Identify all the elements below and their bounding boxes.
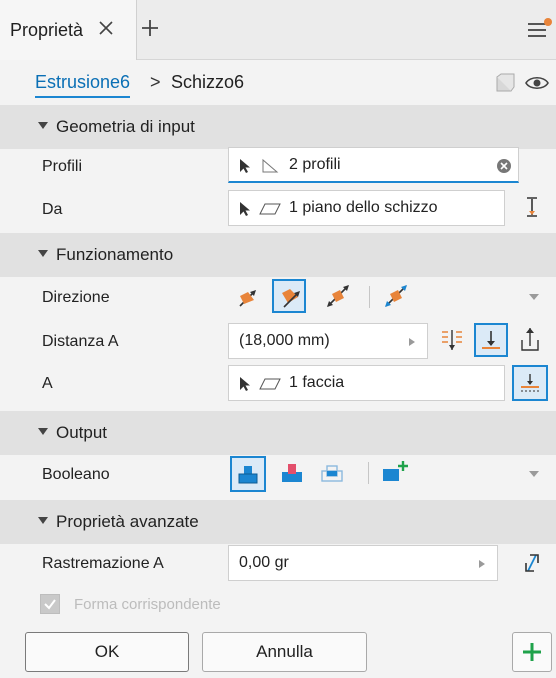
close-icon[interactable] [96,18,116,38]
plane-icon [259,203,281,215]
boolean-label: Booleano [42,466,110,483]
cancel-button[interactable]: Annulla [202,632,367,672]
chevron-down-icon [38,428,48,435]
section-output[interactable]: Output [0,411,556,455]
plane-icon [259,378,281,390]
from-value: 1 piano dello schizzo [289,199,438,216]
properties-panel: Proprietà Estrusione6 > Schizzo6 Geometr… [0,0,556,678]
taper-input[interactable]: 0,00 gr [228,545,498,581]
dropdown-icon[interactable] [529,470,539,478]
clear-icon[interactable] [496,158,512,174]
join-icon [238,466,258,484]
to-value: 1 faccia [289,374,345,391]
arrow-right-icon[interactable] [409,338,415,346]
toolbar-divider [368,462,369,484]
section-advanced[interactable]: Proprietà avanzate [0,500,556,544]
to-extent-button[interactable] [474,323,508,357]
to-extent-icon [482,331,500,349]
match-shape-label: Forma corrispondente [74,596,221,613]
cursor-icon [240,159,250,173]
add-icon [523,643,541,661]
plus-icon[interactable] [140,18,160,38]
tab-title: Proprietà [10,20,84,40]
breadcrumb-separator: > [150,72,161,92]
taper-flip-icon[interactable] [520,551,544,575]
cursor-icon [240,377,250,391]
direction-flipped-icon [282,289,300,308]
tab-properties[interactable]: Proprietà [0,0,137,60]
direction-label: Direzione [42,289,110,306]
taper-label: Rastremazione A [42,555,164,572]
match-shape-checkbox[interactable] [40,594,60,614]
cube-icon[interactable] [494,72,516,94]
chevron-down-icon [38,517,48,524]
from-selector[interactable]: 1 piano dello schizzo [228,190,505,226]
distance-mode-icon[interactable] [440,328,464,352]
new-solid-icon[interactable] [381,459,409,485]
to-label: A [42,375,53,392]
arrow-right-icon[interactable] [479,560,485,568]
profile-shape-icon [262,158,279,173]
dropdown-icon[interactable] [529,293,539,301]
direction-asymmetric-icon[interactable] [382,282,410,310]
section-title: Output [56,423,108,442]
ok-button[interactable]: OK [25,632,189,672]
eye-icon[interactable] [525,75,549,91]
chevron-down-icon [38,122,48,129]
profiles-selector[interactable]: 2 profili [228,147,519,183]
cut-icon[interactable] [280,461,304,485]
distance-label: Distanza A [42,333,119,350]
section-title: Proprietà avanzate [56,512,199,531]
extend-face-icon [521,374,539,392]
breadcrumb-feature[interactable]: Estrusione6 [35,72,131,98]
profiles-value: 2 profili [289,156,341,173]
add-button[interactable] [512,632,552,672]
profiles-label: Profili [42,158,83,175]
flip-icon[interactable] [524,196,540,218]
checkbox-icon [44,599,56,610]
section-title: Geometria di input [56,117,195,136]
to-selector[interactable]: 1 faccia [228,365,505,401]
breadcrumb: Estrusione6 > Schizzo6 [0,60,556,106]
join-button[interactable] [230,456,266,492]
section-behavior[interactable]: Funzionamento [0,233,556,277]
intersect-icon[interactable] [320,461,344,485]
cursor-icon [240,202,250,216]
section-input-geometry[interactable]: Geometria di input [0,105,556,149]
direction-flipped-button[interactable] [272,279,306,313]
menu-icon[interactable] [524,18,552,42]
direction-default-icon[interactable] [234,282,262,310]
direction-symmetric-icon[interactable] [324,282,352,310]
through-all-icon[interactable] [518,326,542,354]
section-title: Funzionamento [56,245,174,264]
toolbar-divider [369,286,370,308]
tab-bar: Proprietà [0,0,556,60]
distance-value: (18,000 mm) [239,332,330,349]
taper-value: 0,00 gr [239,554,289,571]
from-label: Da [42,201,63,218]
distance-input[interactable]: (18,000 mm) [228,323,428,359]
extend-face-button[interactable] [512,365,548,401]
breadcrumb-sketch[interactable]: Schizzo6 [171,72,244,93]
chevron-down-icon [38,250,48,257]
